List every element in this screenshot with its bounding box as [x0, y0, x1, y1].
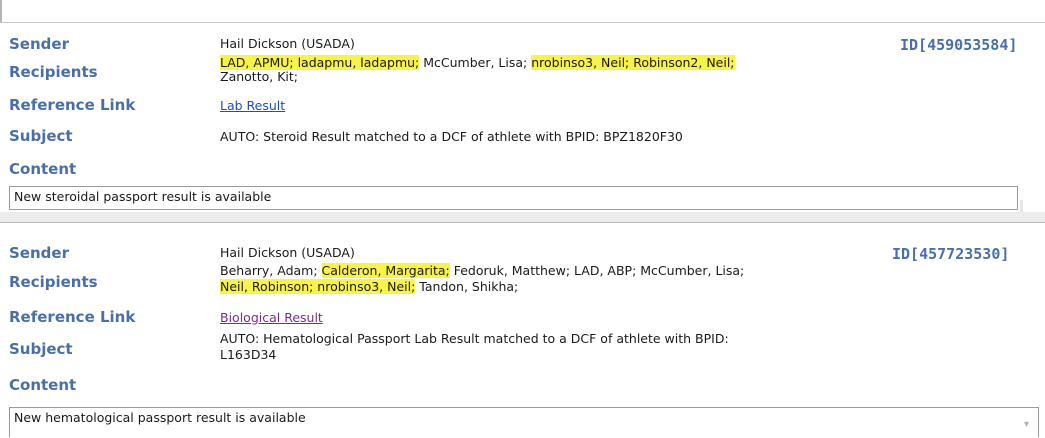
recipients-highlight: nrobinso3, Neil; Robinson2, Neil; — [531, 55, 735, 70]
message-panel-2: Sender Hail Dickson (USADA) ID[457723530… — [0, 222, 1045, 438]
subject-label: Subject — [9, 340, 73, 358]
divider — [0, 212, 1045, 222]
recipients-label: Recipients — [9, 273, 98, 291]
content-box[interactable]: New steroidal passport result is availab… — [9, 186, 1018, 210]
sender-value: Hail Dickson (USADA) — [220, 245, 355, 260]
reference-link[interactable]: Lab Result — [220, 99, 285, 113]
recipients-text: Zanotto, Kit; — [220, 69, 298, 84]
sender-value: Hail Dickson (USADA) — [220, 36, 355, 51]
subject-line: AUTO: Hematological Passport Lab Result … — [220, 331, 729, 346]
content-box[interactable]: New hematological passport result is ava… — [9, 407, 1039, 437]
sender-label: Sender — [9, 244, 69, 262]
recipients-value: Beharry, Adam; Calderon, Margarita; Fedo… — [220, 262, 744, 294]
recipients-highlight: Neil, Robinson; nrobinso3, Neil; — [220, 279, 416, 294]
subject-label: Subject — [9, 127, 73, 145]
recipients-text: Tandon, Shikha; — [415, 279, 519, 294]
message-id[interactable]: ID[457723530] — [892, 245, 1009, 263]
recipients-highlight: Calderon, Margarita; — [321, 263, 450, 278]
sender-label: Sender — [9, 35, 69, 53]
resize-handle-icon[interactable]: ▾ — [1024, 420, 1032, 430]
message-panel-1: Sender Hail Dickson (USADA) ID[459053584… — [0, 22, 1045, 213]
subject-value: AUTO: Hematological Passport Lab Result … — [220, 330, 729, 362]
content-label: Content — [9, 160, 77, 178]
recipients-text: Beharry, Adam; — [220, 263, 322, 278]
message-id[interactable]: ID[459053584] — [900, 36, 1017, 54]
reference-link-label: Reference Link — [9, 96, 136, 114]
subject-line: L163D34 — [220, 347, 277, 362]
subject-value: AUTO: Steroid Result matched to a DCF of… — [220, 129, 683, 144]
recipients-text: Fedoruk, Matthew; LAD, ABP; McCumber, Li… — [449, 263, 745, 278]
recipients-value: LAD, APMU; ladapmu, ladapmu; McCumber, L… — [220, 52, 735, 84]
reference-link-label: Reference Link — [9, 308, 136, 326]
content-label: Content — [9, 376, 77, 394]
recipients-highlight: LAD, APMU; ladapmu, ladapmu; — [220, 55, 420, 70]
reference-link[interactable]: Biological Result — [220, 311, 323, 325]
recipients-text: McCumber, Lisa; — [419, 55, 532, 70]
recipients-label: Recipients — [9, 63, 98, 81]
